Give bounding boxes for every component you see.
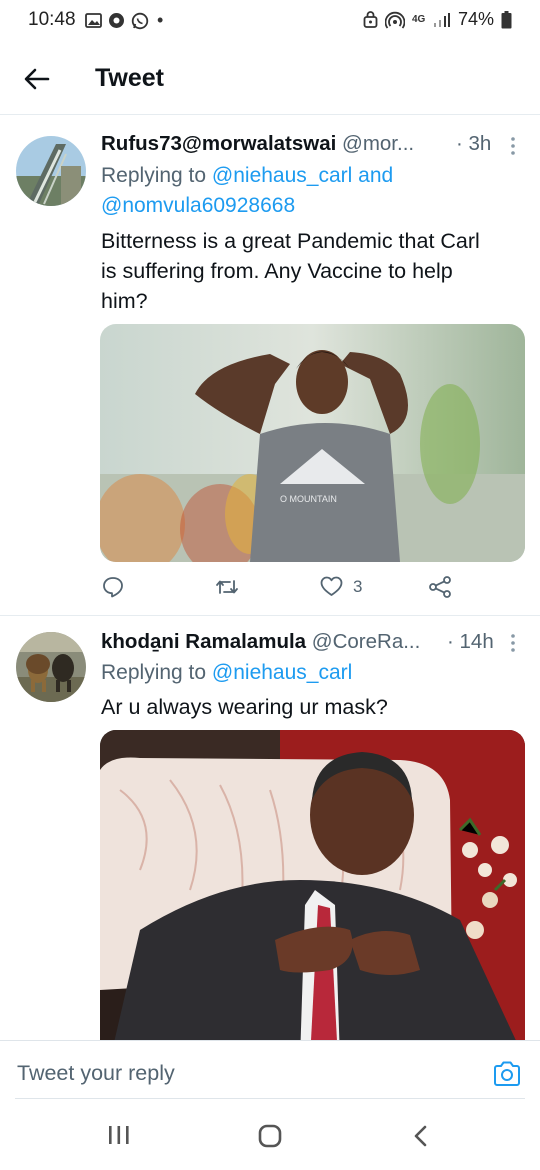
tweet-text-line: Bitterness is a great Pandemic that Carl [101,229,480,253]
tweet-1[interactable]: Rufus73@morwalatswai @mor... · 3h Replyi… [0,116,540,616]
tweet-text: Bitterness is a great Pandemic that Carl… [101,226,521,316]
replying-prefix: Replying to [101,164,207,187]
comment-icon[interactable] [102,576,124,598]
mention-link[interactable]: @nomvula60928668 [101,194,295,217]
signal-icon [433,12,450,27]
reply-button[interactable] [102,576,124,598]
user-handle[interactable]: @mor... [342,132,414,155]
home-icon[interactable] [258,1124,282,1148]
tweet-text-line: Ar u always wearing ur mask? [101,695,388,719]
page-title: Tweet [95,64,164,92]
arrow-left-icon[interactable] [22,64,52,94]
chevron-left-icon[interactable] [410,1124,432,1148]
tweet-author[interactable]: Rufus73@morwalatswai @mor... [101,132,414,156]
app-header: Tweet [0,44,540,115]
heart-icon[interactable] [320,576,343,597]
mention-link[interactable]: @niehaus_carl and [212,164,393,187]
retweet-icon[interactable] [215,576,239,598]
hotspot-icon [384,11,405,29]
tweet-text-line: is suffering from. Any Vaccine to help [101,259,453,283]
tweet-text: Ar u always wearing ur mask? [101,692,521,722]
share-icon[interactable] [428,576,452,598]
share-button[interactable] [428,576,452,598]
chrome-icon [109,13,124,28]
system-nav-bar [0,1100,540,1170]
reply-composer[interactable]: Tweet your reply [0,1040,540,1099]
avatar[interactable] [16,136,86,206]
divider [15,1098,525,1099]
tweet-image[interactable]: O MOUNTAIN [100,324,525,562]
replying-prefix: Replying to [101,661,207,684]
status-notification-icons: • [85,10,163,31]
more-vertical-icon[interactable] [510,633,516,653]
avatar[interactable] [16,632,86,702]
camera-icon[interactable] [492,1059,522,1089]
status-bar: 10:48 • 4G 74% [0,0,540,44]
tweet-2[interactable]: khoda̱ni Ramalamula @CoreRa... · 14h Rep… [0,616,540,1040]
status-time: 10:48 [28,9,76,30]
more-vertical-icon[interactable] [510,136,516,156]
battery-icon [501,10,512,28]
replying-to: Replying to @niehaus_carl and @nomvula60… [101,161,393,221]
whatsapp-icon [131,12,149,29]
like-count: 3 [353,576,363,596]
display-name[interactable]: Rufus73@morwalatswai [101,132,336,155]
network-type: 4G [411,13,426,25]
tweet-time[interactable]: · 14h [447,630,494,654]
status-system-icons: 4G 74% [363,9,512,30]
reply-input[interactable]: Tweet your reply [17,1061,175,1086]
like-button[interactable]: 3 [320,576,362,597]
mention-link[interactable]: @niehaus_carl [212,661,352,684]
retweet-button[interactable] [215,576,239,598]
tweet-text-line: him? [101,289,148,313]
gallery-icon [85,13,102,28]
user-handle[interactable]: @CoreRa... [312,630,421,653]
lock-icon [363,11,378,28]
tweet-image[interactable] [100,730,525,1040]
recents-icon[interactable] [107,1124,131,1146]
display-name[interactable]: khoda̱ni Ramalamula [101,630,306,653]
replying-to: Replying to @niehaus_carl [101,658,352,688]
battery-percent: 74% [457,9,494,29]
tweet-actions: 3 [100,576,530,606]
tweet-time[interactable]: · 3h [456,132,491,156]
tweet-author[interactable]: khoda̱ni Ramalamula @CoreRa... [101,630,420,654]
notification-dot: • [157,10,164,30]
svg-text:O MOUNTAIN: O MOUNTAIN [280,494,337,504]
